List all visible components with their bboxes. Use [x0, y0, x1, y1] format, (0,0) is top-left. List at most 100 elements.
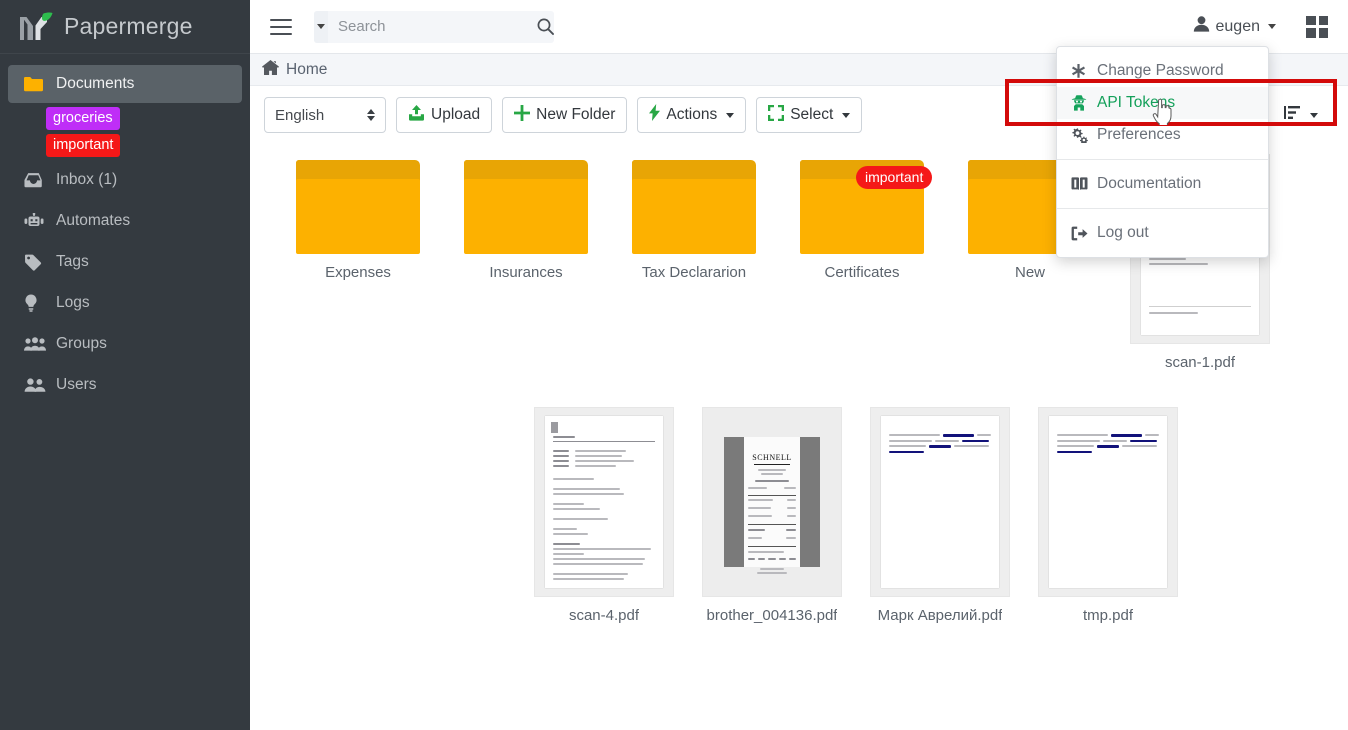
folder-item[interactable]: Insurances	[442, 154, 610, 371]
hamburger-icon[interactable]	[270, 18, 292, 35]
updown-caret-icon	[367, 109, 375, 121]
new-folder-button[interactable]: New Folder	[502, 97, 628, 133]
select-button[interactable]: Select	[756, 97, 863, 133]
groups-icon	[24, 336, 50, 352]
menu-item-label: Documentation	[1097, 175, 1202, 192]
folder-item[interactable]: Tax Declararion	[610, 154, 778, 371]
search-scope-dropdown[interactable]	[314, 10, 328, 43]
menu-separator	[1057, 159, 1268, 160]
document-thumbnail	[1038, 407, 1178, 597]
document-label: scan-1.pdf	[1164, 354, 1236, 371]
sidebar-tag-groceries[interactable]: groceries	[46, 107, 120, 131]
brand-name: Papermerge	[64, 13, 193, 39]
select-label: Select	[790, 106, 834, 123]
sidebar-item-label: Logs	[56, 294, 90, 312]
search-icon[interactable]	[537, 18, 554, 35]
sidebar-tag-important[interactable]: important	[46, 134, 121, 158]
sidebar-tag-groceries-row: groceries	[0, 107, 250, 131]
folder-icon	[632, 154, 756, 254]
papermerge-leaf-logo	[16, 10, 54, 44]
language-select-value: English	[275, 106, 325, 124]
sidebar-item-label: Groups	[56, 335, 107, 353]
receipt-title: SCHNELL	[752, 453, 792, 462]
breadcrumb-home-label[interactable]: Home	[286, 61, 327, 79]
menu-item-change-password[interactable]: Change Password	[1057, 55, 1268, 87]
status-badge[interactable]: important	[856, 166, 933, 189]
document-item[interactable]: tmp.pdf	[1024, 407, 1192, 624]
menu-item-logout[interactable]: Log out	[1057, 217, 1268, 249]
caret-down-icon	[726, 112, 735, 118]
sidebar-item-logs[interactable]: Logs	[8, 284, 242, 322]
sidebar-item-label: Automates	[56, 212, 131, 230]
folder-item[interactable]: important Certificates	[778, 154, 946, 371]
document-label: tmp.pdf	[1082, 607, 1134, 624]
sidebar-item-automates[interactable]: Automates	[8, 202, 242, 240]
logout-icon	[1071, 226, 1097, 241]
brand[interactable]: Papermerge	[0, 0, 250, 54]
app-window: Papermerge Documents groceries important…	[0, 0, 1348, 730]
sidebar-item-users[interactable]: Users	[8, 366, 242, 404]
folder-icon	[464, 154, 588, 254]
sort-button[interactable]	[1272, 97, 1330, 133]
tag-icon	[24, 254, 50, 271]
menu-item-label: API Tokens	[1097, 94, 1176, 111]
book-icon	[1071, 177, 1097, 191]
search-input[interactable]	[328, 18, 537, 35]
folder-icon	[24, 76, 50, 92]
document-item[interactable]: Марк Аврелий.pdf	[856, 407, 1024, 624]
user-menu-button[interactable]: eugen	[1193, 16, 1276, 37]
home-icon[interactable]	[262, 59, 279, 80]
menu-item-api-tokens[interactable]: API Tokens	[1057, 87, 1268, 119]
caret-down-icon	[1268, 24, 1276, 29]
upload-label: Upload	[431, 106, 481, 123]
sidebar-item-label: Documents	[56, 75, 135, 92]
document-item[interactable]: SCHNELL brother_004136.pdf	[688, 407, 856, 624]
lightbulb-icon	[24, 294, 50, 312]
actions-label: Actions	[666, 106, 718, 123]
document-thumbnail	[534, 407, 674, 597]
bolt-icon	[649, 104, 661, 126]
user-name: eugen	[1215, 17, 1261, 35]
actions-button[interactable]: Actions	[637, 97, 747, 133]
user-dropdown-menu: Change Password API Tokens Preferences D…	[1056, 46, 1269, 258]
document-label: Марк Аврелий.pdf	[877, 607, 1003, 624]
folder-label: Tax Declararion	[641, 264, 747, 281]
user-icon	[1193, 16, 1210, 37]
sidebar-item-inbox[interactable]: Inbox (1)	[8, 161, 242, 199]
folder-label: New	[1014, 264, 1045, 281]
document-label: scan-4.pdf	[568, 607, 640, 624]
folder-label: Insurances	[489, 264, 563, 281]
plus-icon	[514, 104, 531, 126]
inbox-icon	[24, 172, 50, 188]
sort-icon	[1284, 105, 1301, 125]
sidebar-nav: Documents groceries important Inbox (1)	[0, 54, 250, 404]
sidebar-tag-important-row: important	[0, 134, 250, 158]
document-thumbnail: SCHNELL	[702, 407, 842, 597]
robot-icon	[24, 213, 50, 229]
menu-item-preferences[interactable]: Preferences	[1057, 119, 1268, 151]
upload-icon	[408, 104, 425, 126]
new-folder-label: New Folder	[536, 106, 616, 123]
sidebar-item-label: Users	[56, 376, 97, 394]
sidebar-item-documents[interactable]: Documents	[8, 65, 242, 103]
folder-item[interactable]: Expenses	[274, 154, 442, 371]
menu-item-label: Preferences	[1097, 126, 1181, 143]
folder-icon	[296, 154, 420, 254]
select-frame-icon	[768, 104, 785, 126]
upload-button[interactable]: Upload	[396, 97, 493, 133]
sidebar-item-groups[interactable]: Groups	[8, 325, 242, 363]
users-icon	[24, 378, 50, 393]
grid-apps-icon[interactable]	[1306, 15, 1328, 38]
user-secret-icon	[1071, 95, 1097, 111]
menu-item-documentation[interactable]: Documentation	[1057, 168, 1268, 200]
chevron-down-icon	[317, 24, 325, 29]
documents-row: scan-4.pdf SCHNELL brother_004136.pdf Ма…	[250, 407, 1348, 624]
document-item[interactable]: scan-4.pdf	[520, 407, 688, 624]
sidebar-item-tags[interactable]: Tags	[8, 243, 242, 281]
sidebar: Papermerge Documents groceries important…	[0, 0, 250, 730]
caret-down-icon	[1310, 112, 1318, 118]
menu-item-label: Log out	[1097, 224, 1149, 241]
language-select[interactable]: English	[264, 97, 386, 133]
folder-label: Expenses	[325, 264, 391, 281]
gears-icon	[1071, 127, 1097, 143]
